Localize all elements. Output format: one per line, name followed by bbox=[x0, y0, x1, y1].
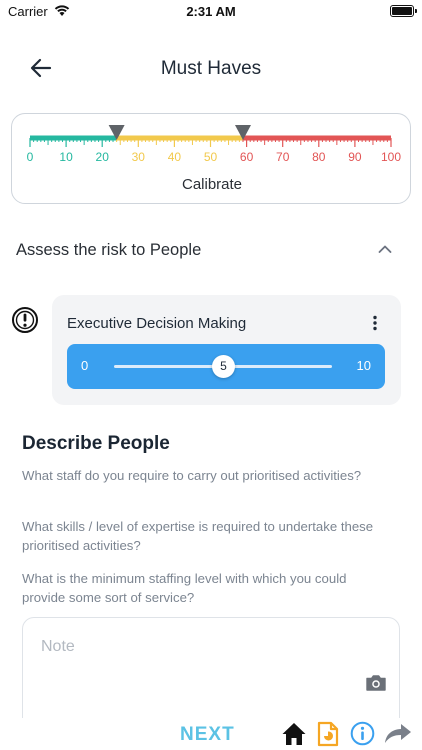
scale-tick-label: 20 bbox=[96, 150, 110, 164]
scale-tick-label: 70 bbox=[276, 150, 290, 164]
more-vertical-icon[interactable] bbox=[367, 315, 383, 331]
calibration-scale[interactable]: 0 10 20 30 40 50 60 70 80 90 100 bbox=[12, 114, 412, 174]
header: Must Haves bbox=[0, 48, 422, 88]
scale-tick-label: 90 bbox=[348, 150, 362, 164]
question-staff: What staff do you require to carry out p… bbox=[22, 468, 362, 483]
status-bar: Carrier 2:31 AM bbox=[0, 0, 422, 22]
describe-title: Describe People bbox=[22, 433, 170, 454]
section-title: Assess the risk to People bbox=[16, 241, 202, 259]
info-icon[interactable] bbox=[350, 721, 375, 746]
slider-thumb[interactable]: 5 bbox=[212, 355, 235, 378]
decision-title: Executive Decision Making bbox=[67, 315, 247, 332]
chevron-up-icon[interactable] bbox=[378, 244, 392, 254]
share-arrow-icon[interactable] bbox=[383, 721, 413, 745]
risk-slider[interactable]: 0 5 10 bbox=[67, 344, 385, 389]
document-icon[interactable] bbox=[317, 721, 339, 747]
clock: 2:31 AM bbox=[186, 4, 236, 19]
section-header-people[interactable]: Assess the risk to People bbox=[0, 232, 422, 268]
scale-tick-label: 50 bbox=[204, 150, 218, 164]
slider-max-label: 10 bbox=[356, 358, 371, 373]
calibrate-label: Calibrate bbox=[181, 176, 243, 193]
scale-tick-label: 60 bbox=[240, 150, 254, 164]
slider-min-label: 0 bbox=[81, 358, 89, 373]
scale-tick-label: 0 bbox=[27, 150, 34, 164]
decision-card: Executive Decision Making 0 5 10 bbox=[52, 295, 401, 405]
scale-segment-high bbox=[242, 135, 391, 141]
next-button[interactable]: NEXT bbox=[180, 724, 235, 746]
camera-icon[interactable] bbox=[365, 674, 387, 692]
note-input[interactable] bbox=[41, 638, 341, 656]
scale-tick-label: 80 bbox=[312, 150, 326, 164]
page-title: Must Haves bbox=[160, 58, 262, 79]
bottom-bar: NEXT bbox=[0, 718, 422, 750]
scale-segment-mid bbox=[116, 135, 243, 141]
battery-icon bbox=[390, 5, 417, 17]
question-staffing-level: What is the minimum staffing level with … bbox=[22, 571, 347, 605]
scale-tick-label: 40 bbox=[168, 150, 182, 164]
calibrate-card[interactable]: 0 10 20 30 40 50 60 70 80 90 100 Calibrate bbox=[11, 113, 411, 204]
scale-tick-label: 10 bbox=[59, 150, 73, 164]
question-skills: What skills / level of expertise is requ… bbox=[22, 519, 374, 553]
scale-tick-label: 30 bbox=[132, 150, 146, 164]
alert-icon[interactable] bbox=[11, 306, 39, 334]
scale-tick-label: 100 bbox=[381, 150, 401, 164]
home-icon[interactable] bbox=[281, 721, 307, 747]
